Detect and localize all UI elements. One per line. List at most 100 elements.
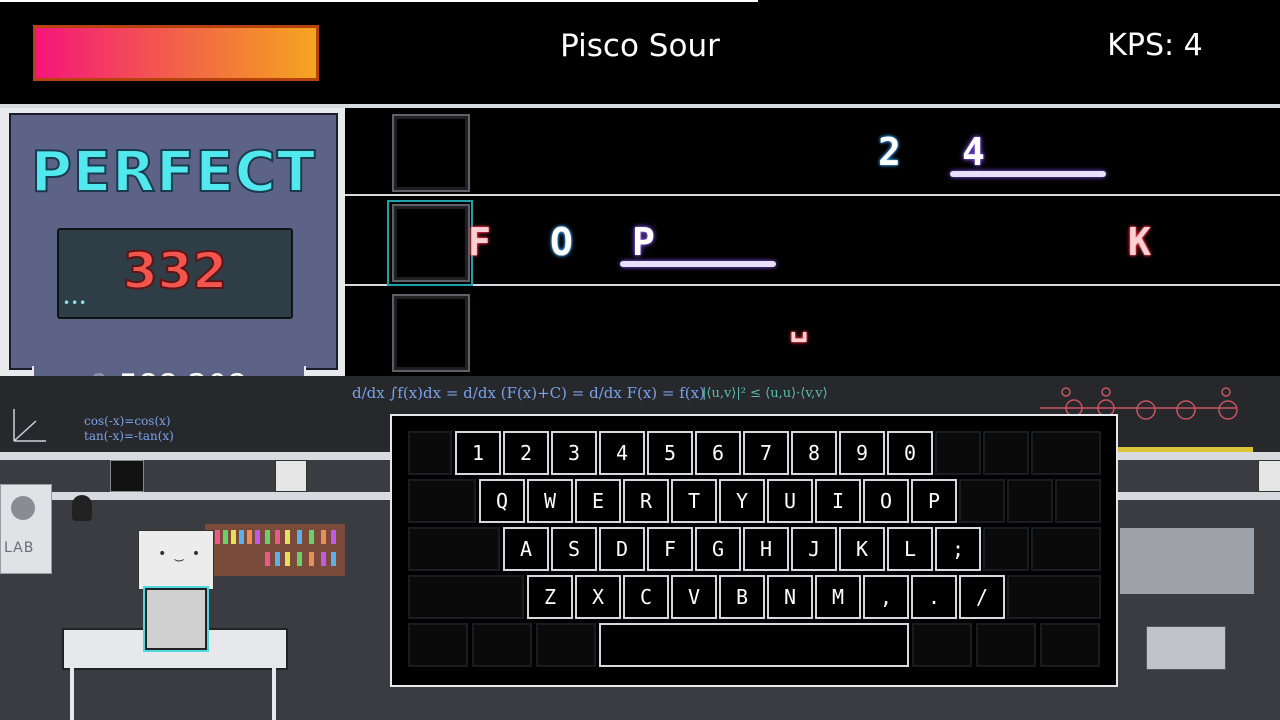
kps-counter: KPS: 4: [1107, 28, 1203, 63]
key-4[interactable]: 4: [599, 431, 645, 475]
key-s[interactable]: S: [551, 527, 597, 571]
lane-divider: [345, 284, 1280, 286]
key-u[interactable]: U: [767, 479, 813, 523]
key-k[interactable]: K: [839, 527, 885, 571]
key-unused: [976, 623, 1036, 667]
key-v[interactable]: V: [671, 575, 717, 619]
key-unused: [1055, 479, 1101, 523]
office-chair: [72, 495, 92, 521]
judgment-rating: PERFECT: [30, 139, 317, 206]
hold-trail: [950, 171, 1106, 177]
key-l[interactable]: L: [887, 527, 933, 571]
hold-trail: [620, 261, 776, 267]
key-d[interactable]: D: [599, 527, 645, 571]
key-j[interactable]: J: [791, 527, 837, 571]
key-comma[interactable]: ,: [863, 575, 909, 619]
song-title: Pisco Sour: [560, 28, 720, 64]
note-f: F: [468, 220, 491, 264]
shelf: [0, 492, 390, 500]
key-unused: [408, 431, 452, 475]
key-unused: [983, 431, 1029, 475]
key-6[interactable]: 6: [695, 431, 741, 475]
key-0[interactable]: 0: [887, 431, 933, 475]
monitor-light: [275, 460, 307, 492]
key-o[interactable]: O: [863, 479, 909, 523]
server-rack: [1120, 528, 1254, 594]
monitor-dark: [110, 460, 144, 492]
filing-cabinet: [1146, 626, 1226, 670]
key-a[interactable]: A: [503, 527, 549, 571]
formula-inequality: |⟨u,v⟩|² ≤ ⟨u,u⟩·⟨v,v⟩: [702, 386, 828, 401]
key-unused: [408, 527, 500, 571]
desk-leg: [70, 664, 74, 720]
hit-target-lane-2: [392, 204, 470, 282]
key-3[interactable]: 3: [551, 431, 597, 475]
key-1[interactable]: 1: [455, 431, 501, 475]
key-r[interactable]: R: [623, 479, 669, 523]
key-unused: [1031, 431, 1101, 475]
key-unused: [408, 623, 468, 667]
key-2[interactable]: 2: [503, 431, 549, 475]
note-o: O: [550, 220, 573, 264]
key-g[interactable]: G: [695, 527, 741, 571]
key-h[interactable]: H: [743, 527, 789, 571]
formula-trig: cos(-x)=cos(x) tan(-x)=-tan(x): [84, 414, 174, 444]
bookshelf: [205, 524, 345, 576]
desk-leg: [272, 664, 276, 720]
shelf: [0, 452, 390, 460]
shelf: [1118, 492, 1280, 500]
shelf: [1118, 452, 1280, 460]
player-computer: [145, 588, 207, 650]
key-unused: [935, 431, 981, 475]
key-unused: [408, 479, 476, 523]
key-unused: [1040, 623, 1100, 667]
key-9[interactable]: 9: [839, 431, 885, 475]
key-e[interactable]: E: [575, 479, 621, 523]
key-m[interactable]: M: [815, 575, 861, 619]
axes-doodle: [6, 385, 50, 451]
song-progress-line: [0, 0, 758, 2]
combo-count: 332: [122, 241, 228, 301]
key-unused: [983, 527, 1029, 571]
formula-derivative: d/dx ∫f(x)dx = d/dx (F(x)+C) = d/dx F(x)…: [352, 384, 705, 402]
key-n[interactable]: N: [767, 575, 813, 619]
hit-target-lane-1: [392, 114, 470, 192]
formula-trig-tan: tan(-x)=-tan(x): [84, 429, 174, 443]
key-b[interactable]: B: [719, 575, 765, 619]
key-x[interactable]: X: [575, 575, 621, 619]
key-t[interactable]: T: [671, 479, 717, 523]
key-7[interactable]: 7: [743, 431, 789, 475]
key-unused: [912, 623, 972, 667]
key-unused: [959, 479, 1005, 523]
note-k: K: [1128, 220, 1151, 264]
lab-sign: LAB: [4, 540, 35, 556]
key-space[interactable]: [599, 623, 909, 667]
key-w[interactable]: W: [527, 479, 573, 523]
key-q[interactable]: Q: [479, 479, 525, 523]
key-8[interactable]: 8: [791, 431, 837, 475]
key-f[interactable]: F: [647, 527, 693, 571]
hit-target-lane-3: [392, 294, 470, 372]
key-i[interactable]: I: [815, 479, 861, 523]
player-robot-face: • ‿ •: [158, 546, 201, 562]
key-z[interactable]: Z: [527, 575, 573, 619]
combo-dots: •••: [63, 296, 88, 310]
key-5[interactable]: 5: [647, 431, 693, 475]
key-y[interactable]: Y: [719, 479, 765, 523]
key-semicolon[interactable]: ;: [935, 527, 981, 571]
key-slash[interactable]: /: [959, 575, 1005, 619]
lane-divider: [345, 194, 1280, 196]
key-unused: [408, 575, 524, 619]
key-unused: [536, 623, 596, 667]
lab-door-window: [11, 496, 35, 520]
key-unused: [1007, 479, 1053, 523]
key-unused: [1007, 575, 1101, 619]
health-bar: [33, 25, 319, 81]
key-p[interactable]: P: [911, 479, 957, 523]
key-unused: [1031, 527, 1101, 571]
note-space: ␣: [790, 308, 809, 343]
key-c[interactable]: C: [623, 575, 669, 619]
note-2: 2: [878, 130, 901, 174]
key-period[interactable]: .: [911, 575, 957, 619]
monitor-light: [1258, 460, 1280, 492]
